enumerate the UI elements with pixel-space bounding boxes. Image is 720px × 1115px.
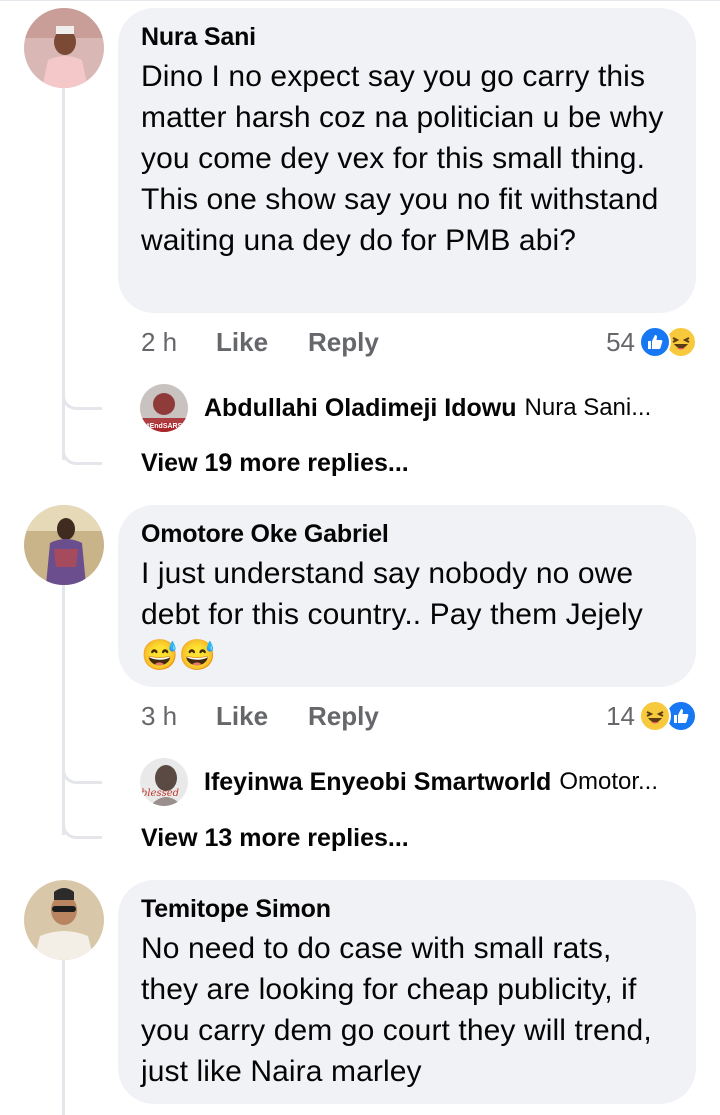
avatar-photo-icon [24,880,104,960]
comment-text: No need to do case with small rats, they… [141,932,652,1088]
comment-actions: 2 h Like Reply 54 [141,324,701,360]
like-button[interactable]: Like [216,701,268,732]
comment-bubble: Nura Sani Dino I no expect say you go ca… [118,8,696,313]
comment-bubble: Temitope Simon No need to do case with s… [118,880,696,1104]
reply-connector [62,370,102,410]
avatar[interactable] [24,505,104,585]
comment-text: Dino I no expect say you go carry this m… [141,60,664,257]
view-more-replies[interactable]: View 13 more replies... [141,824,409,853]
avatar[interactable] [24,8,104,88]
view-more-replies[interactable]: View 19 more replies... [141,449,409,478]
reply-connector [62,744,102,784]
reply-author[interactable]: Ifeyinwa Enyeobi Smartworld [204,768,551,797]
comment-author[interactable]: Nura Sani [141,22,674,52]
reply-preview: Omotor... [559,768,659,795]
top-reply[interactable]: blessed Ifeyinwa Enyeobi Smartworld Omot… [140,757,700,807]
top-reply[interactable]: #EndSARS Abdullahi Oladimeji Idowu Nura … [140,383,700,433]
more-connector [62,425,102,465]
reply-avatar[interactable]: blessed [140,758,188,806]
comment-bubble: Omotore Oke Gabriel I just understand sa… [118,505,696,687]
thread-line [62,585,65,835]
comment-time[interactable]: 3 h [141,701,216,732]
reply-avatar[interactable]: #EndSARS [140,384,188,432]
like-icon [639,326,671,358]
reply-author[interactable]: Abdullahi Oladimeji Idowu [204,394,517,423]
reply-button[interactable]: Reply [308,327,379,358]
reaction-summary[interactable]: 54 [606,326,697,358]
reaction-summary[interactable]: 14 [606,700,697,732]
avatar-photo-icon [24,505,104,585]
reaction-count: 54 [606,326,635,357]
reaction-count: 14 [606,700,635,731]
comment-text: I just understand say nobody no owe debt… [141,557,643,672]
svg-text:blessed: blessed [141,788,179,799]
thread-line [62,960,65,1115]
like-button[interactable]: Like [216,327,268,358]
comment-time[interactable]: 2 h [141,327,216,358]
avatar[interactable] [24,880,104,960]
reply-avatar-photo-icon: #EndSARS [140,384,188,432]
svg-text:#EndSARS: #EndSARS [146,423,183,430]
reply-preview: Nura Sani... [524,394,652,421]
more-connector [62,799,102,839]
comment-author[interactable]: Temitope Simon [141,894,674,924]
reply-avatar-photo-icon: blessed [140,758,188,806]
haha-icon [639,700,671,732]
avatar-photo-icon [24,8,104,88]
comment-actions: 3 h Like Reply 14 [141,698,701,734]
comment-author[interactable]: Omotore Oke Gabriel [141,519,674,549]
top-divider [0,0,720,4]
reply-button[interactable]: Reply [308,701,379,732]
